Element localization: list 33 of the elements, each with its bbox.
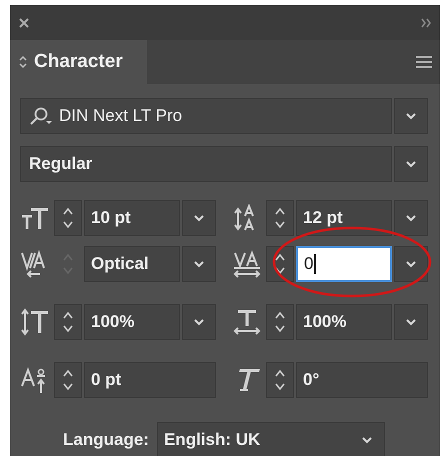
dropdown-button[interactable] (394, 98, 428, 134)
dropdown-button[interactable] (182, 200, 216, 236)
stepper-arrows[interactable] (54, 200, 82, 236)
font-style-field[interactable]: Regular (20, 146, 392, 182)
vertical-scale-icon (20, 308, 50, 336)
value-field[interactable]: 12 pt (296, 200, 392, 236)
horizontal-scale-icon (232, 308, 262, 336)
dropdown-button[interactable] (182, 304, 216, 340)
font-family-field[interactable]: DIN Next LT Pro (20, 98, 392, 134)
search-icon (29, 106, 55, 126)
stepper-arrows[interactable] (54, 362, 82, 398)
value-field[interactable]: 100% (296, 304, 392, 340)
dropdown-button[interactable] (394, 304, 428, 340)
dropdown-button[interactable] (394, 246, 428, 282)
value-field[interactable]: 0° (296, 362, 428, 398)
stepper-arrows[interactable] (266, 362, 294, 398)
language-label: Language: (63, 430, 149, 450)
collapse-icon[interactable] (420, 16, 432, 28)
panel-tab[interactable]: Character (10, 40, 147, 84)
value-field[interactable]: 0 pt (84, 362, 216, 398)
value-field[interactable]: 10 pt (84, 200, 180, 236)
stepper-arrows[interactable] (266, 304, 294, 340)
value-field[interactable]: 0 (296, 246, 392, 282)
tracking-icon (232, 250, 262, 278)
sort-arrows-icon (18, 55, 28, 69)
stepper-arrows[interactable] (266, 200, 294, 236)
close-icon[interactable] (18, 16, 30, 28)
stepper-arrows[interactable] (54, 304, 82, 340)
dropdown-button[interactable] (394, 200, 428, 236)
language-dropdown[interactable]: English: UK (156, 422, 385, 456)
value-field[interactable]: 100% (84, 304, 180, 340)
menu-icon[interactable] (416, 55, 432, 69)
dropdown-button[interactable] (394, 146, 428, 182)
